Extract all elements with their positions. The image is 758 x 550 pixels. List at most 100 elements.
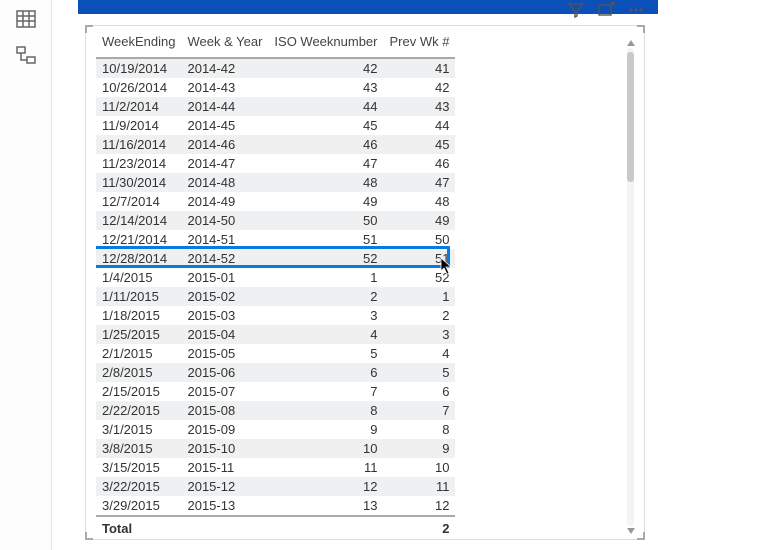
left-nav [0, 0, 52, 550]
cell: 2015-08 [181, 401, 268, 420]
cell: 11/30/2014 [96, 173, 181, 192]
total-value: 2 [384, 516, 456, 535]
table-row[interactable]: 11/2/20142014-444443 [96, 97, 455, 116]
cell: 1/18/2015 [96, 306, 181, 325]
cell: 3/1/2015 [96, 420, 181, 439]
cell: 2014-52 [181, 249, 268, 268]
cell: 1/25/2015 [96, 325, 181, 344]
table-row[interactable]: 3/1/20152015-0998 [96, 420, 455, 439]
table-row[interactable]: 3/22/20152015-121211 [96, 477, 455, 496]
table-row[interactable]: 3/15/20152015-111110 [96, 458, 455, 477]
cell: 3/15/2015 [96, 458, 181, 477]
cell: 2014-43 [181, 78, 268, 97]
cell: 6 [384, 382, 456, 401]
table-row[interactable]: 2/15/20152015-0776 [96, 382, 455, 401]
col-header[interactable]: Week & Year [181, 30, 268, 58]
vertical-scrollbar[interactable] [627, 48, 634, 526]
cell: 2015-11 [181, 458, 268, 477]
table-row[interactable]: 11/30/20142014-484847 [96, 173, 455, 192]
col-header[interactable]: ISO Weeknumber [268, 30, 383, 58]
cell: 2015-06 [181, 363, 268, 382]
col-header[interactable]: Prev Wk # [384, 30, 456, 58]
cell: 2 [268, 287, 383, 306]
resize-handle[interactable] [85, 532, 93, 540]
cell: 42 [384, 78, 456, 97]
total-row: Total 2 [96, 516, 455, 535]
cell: 1 [384, 287, 456, 306]
cell: 5 [268, 344, 383, 363]
cell: 2 [384, 306, 456, 325]
cell: 2014-49 [181, 192, 268, 211]
cell: 3/8/2015 [96, 439, 181, 458]
table-row[interactable]: 1/11/20152015-0221 [96, 287, 455, 306]
cell: 2014-51 [181, 230, 268, 249]
cell: 2/8/2015 [96, 363, 181, 382]
cell: 2014-47 [181, 154, 268, 173]
more-options-icon[interactable] [624, 0, 648, 20]
filter-icon[interactable] [564, 0, 588, 20]
cell: 46 [384, 154, 456, 173]
resize-handle[interactable] [637, 532, 645, 540]
cell: 49 [384, 211, 456, 230]
table-visual[interactable]: WeekEnding Week & Year ISO Weeknumber Pr… [85, 25, 645, 540]
resize-handle[interactable] [85, 25, 93, 33]
table-row[interactable]: 2/22/20152015-0887 [96, 401, 455, 420]
table-row[interactable]: 11/9/20142014-454544 [96, 116, 455, 135]
cell: 2015-02 [181, 287, 268, 306]
table-row[interactable]: 12/14/20142014-505049 [96, 211, 455, 230]
cell: 42 [268, 58, 383, 78]
table-view-icon[interactable] [15, 8, 37, 30]
table-row[interactable]: 10/19/20142014-424241 [96, 58, 455, 78]
table-row[interactable]: 2/1/20152015-0554 [96, 344, 455, 363]
table-row[interactable]: 3/8/20152015-10109 [96, 439, 455, 458]
cell: 9 [268, 420, 383, 439]
cell: 10/19/2014 [96, 58, 181, 78]
table-row[interactable]: 11/16/20142014-464645 [96, 135, 455, 154]
cell: 2015-10 [181, 439, 268, 458]
data-table: WeekEnding Week & Year ISO Weeknumber Pr… [96, 30, 455, 535]
cell: 2/15/2015 [96, 382, 181, 401]
cell: 52 [268, 249, 383, 268]
cell: 2014-48 [181, 173, 268, 192]
cell: 2014-46 [181, 135, 268, 154]
cell: 3 [384, 325, 456, 344]
cell: 10/26/2014 [96, 78, 181, 97]
cell: 9 [384, 439, 456, 458]
cell: 44 [384, 116, 456, 135]
cell: 2/22/2015 [96, 401, 181, 420]
cell: 2015-03 [181, 306, 268, 325]
cell: 6 [268, 363, 383, 382]
table-row[interactable]: 1/18/20152015-0332 [96, 306, 455, 325]
cell: 13 [268, 496, 383, 516]
cell: 51 [268, 230, 383, 249]
cell: 45 [268, 116, 383, 135]
resize-handle[interactable] [637, 25, 645, 33]
cell: 4 [384, 344, 456, 363]
cell: 4 [268, 325, 383, 344]
table-row[interactable]: 12/28/20142014-525251 [96, 249, 455, 268]
table-row[interactable]: 3/29/20152015-131312 [96, 496, 455, 516]
focus-mode-icon[interactable] [594, 0, 618, 20]
cell: 2015-07 [181, 382, 268, 401]
cell: 1 [268, 268, 383, 287]
cell: 48 [384, 192, 456, 211]
table-row[interactable]: 2/8/20152015-0665 [96, 363, 455, 382]
table-row[interactable]: 11/23/20142014-474746 [96, 154, 455, 173]
table-row[interactable]: 1/4/20152015-01152 [96, 268, 455, 287]
cell: 2014-44 [181, 97, 268, 116]
col-header[interactable]: WeekEnding [96, 30, 181, 58]
cell: 2015-09 [181, 420, 268, 439]
scroll-thumb[interactable] [627, 52, 634, 182]
cell: 52 [384, 268, 456, 287]
table-row[interactable]: 10/26/20142014-434342 [96, 78, 455, 97]
cell: 11 [384, 477, 456, 496]
table-row[interactable]: 1/25/20152015-0443 [96, 325, 455, 344]
cell: 10 [268, 439, 383, 458]
table-row[interactable]: 12/21/20142014-515150 [96, 230, 455, 249]
cell: 2014-50 [181, 211, 268, 230]
cell: 12/7/2014 [96, 192, 181, 211]
table-row[interactable]: 12/7/20142014-494948 [96, 192, 455, 211]
model-view-icon[interactable] [15, 44, 37, 66]
cell: 12/21/2014 [96, 230, 181, 249]
cell: 47 [384, 173, 456, 192]
